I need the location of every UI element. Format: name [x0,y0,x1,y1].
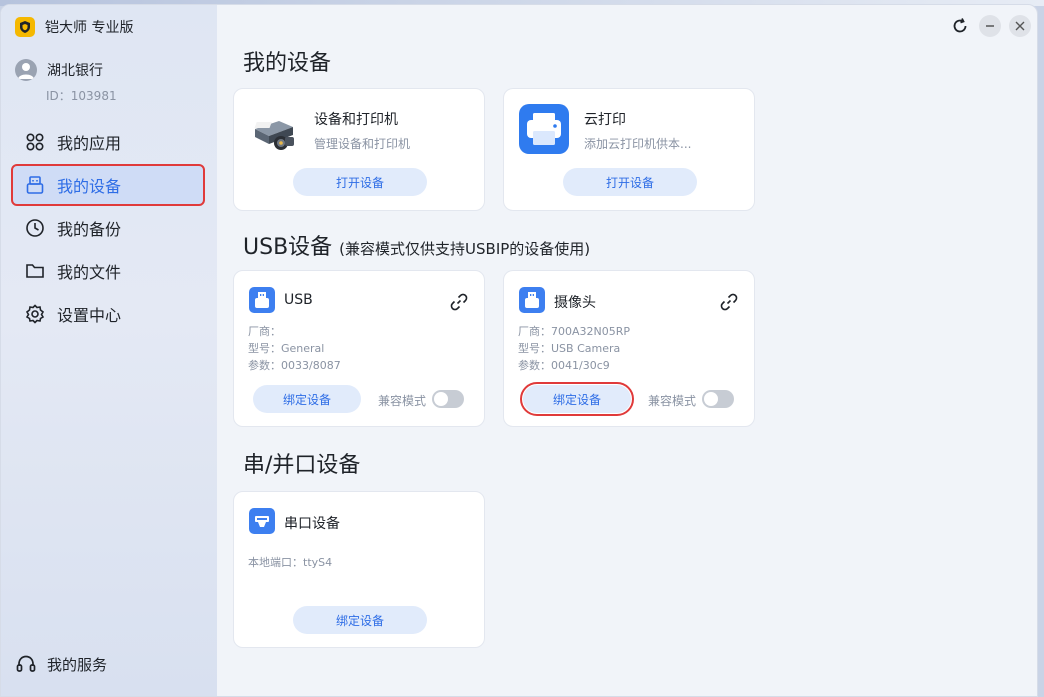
device-icon [26,176,44,194]
close-button[interactable] [1009,15,1031,37]
device-model: 型号：General [248,342,325,355]
card-cloud-print: 云打印 添加云打印机供本... 打开设备 [503,88,755,211]
section-title-serial: 串/并口设备 [243,453,361,478]
folder-icon [26,264,44,278]
card-desc: 管理设备和打印机 [314,137,411,151]
device-vendor: 厂商：700A32N05RP [518,325,631,338]
window-controls [949,15,1031,37]
minimize-button[interactable] [979,15,1001,37]
sidebar-item-files[interactable]: 我的文件 [13,252,203,290]
gear-icon [25,304,45,324]
usb-title: USB设备 [243,235,333,260]
device-port: 本地端口：ttyS4 [248,556,333,569]
serial-port-icon [249,508,275,534]
compat-mode-toggle[interactable] [432,390,464,408]
printer-icon [249,113,299,153]
usb-subtitle: (兼容模式仅供支持USBIP的设备使用) [339,240,591,258]
device-params: 参数：0041/30c9 [518,359,610,372]
device-name: USB [284,292,313,308]
card-serial-device: 串口设备 本地端口：ttyS4 绑定设备 [233,491,485,648]
avatar[interactable] [15,59,37,81]
device-name: 摄像头 [554,295,596,311]
sidebar-item-label: 我的备份 [57,220,122,239]
bind-device-button[interactable]: 绑定设备 [520,382,634,416]
bind-device-button[interactable]: 绑定设备 [253,385,361,413]
brand: 铠大师 专业版 [15,17,133,37]
card-desc: 添加云打印机供本... [584,137,692,151]
service-label: 我的服务 [47,655,108,674]
app-title: 铠大师 专业版 [45,20,134,36]
app-window: 铠大师 专业版 湖北银行 ID：103981 我的应用 我的设备 我的备份 我的… [0,4,1038,697]
section-title-usb: USB设备 (兼容模式仅供支持USBIP的设备使用) [243,229,590,261]
minimize-icon [986,25,994,27]
device-meta: 厂商： 型号：General 参数：0033/8087 [248,323,341,374]
card-title: 设备和打印机 [314,112,398,128]
device-params: 参数：0033/8087 [248,359,341,372]
link-icon[interactable] [719,292,739,312]
user-info: 湖北银行 [15,59,103,81]
usb-drive-icon [519,287,545,313]
apps-icon [26,133,44,151]
my-service[interactable]: 我的服务 [15,653,107,675]
sidebar-item-backup[interactable]: 我的备份 [13,209,203,247]
compat-mode-label: 兼容模式 [648,394,697,408]
main-content: 我的设备 设备和打印机 管理设备和打印机 打开设备 云打印 添加云打印机供本..… [217,5,1037,696]
card-camera-device: 摄像头 厂商：700A32N05RP 型号：USB Camera 参数：0041… [503,270,755,427]
close-icon [1015,21,1025,31]
sidebar-item-apps[interactable]: 我的应用 [13,123,203,161]
cloud-print-icon [519,104,569,154]
usb-drive-icon [249,287,275,313]
compat-mode-label: 兼容模式 [378,394,427,408]
sidebar-nav: 我的应用 我的设备 我的备份 我的文件 设置中心 [11,123,205,338]
shield-logo-icon [15,17,35,37]
card-devices-printers: 设备和打印机 管理设备和打印机 打开设备 [233,88,485,211]
user-name: 湖北银行 [47,63,103,79]
sidebar-item-settings[interactable]: 设置中心 [13,295,203,333]
headset-icon [16,655,36,672]
sidebar: 铠大师 专业版 湖北银行 ID：103981 我的应用 我的设备 我的备份 我的… [1,5,217,696]
sidebar-item-label: 我的设备 [57,177,122,196]
device-name: 串口设备 [284,516,340,532]
sidebar-item-label: 我的应用 [57,134,122,153]
card-title: 云打印 [584,112,626,128]
compat-mode-toggle[interactable] [702,390,734,408]
bind-device-button[interactable]: 绑定设备 [293,606,427,634]
open-device-button[interactable]: 打开设备 [563,168,697,196]
device-vendor: 厂商： [248,325,281,338]
sidebar-item-devices[interactable]: 我的设备 [11,164,205,206]
sidebar-item-label: 设置中心 [57,306,122,325]
device-meta: 厂商：700A32N05RP 型号：USB Camera 参数：0041/30c… [518,323,630,374]
user-id: ID：103981 [46,89,117,103]
refresh-icon [953,18,967,33]
clock-icon [26,219,44,237]
link-icon[interactable] [449,292,469,312]
card-usb-device: USB 厂商： 型号：General 参数：0033/8087 绑定设备 兼容模… [233,270,485,427]
sidebar-item-label: 我的文件 [57,263,122,282]
device-model: 型号：USB Camera [518,342,621,355]
section-title-my-devices: 我的设备 [243,51,332,76]
refresh-button[interactable] [949,15,971,37]
open-device-button[interactable]: 打开设备 [293,168,427,196]
